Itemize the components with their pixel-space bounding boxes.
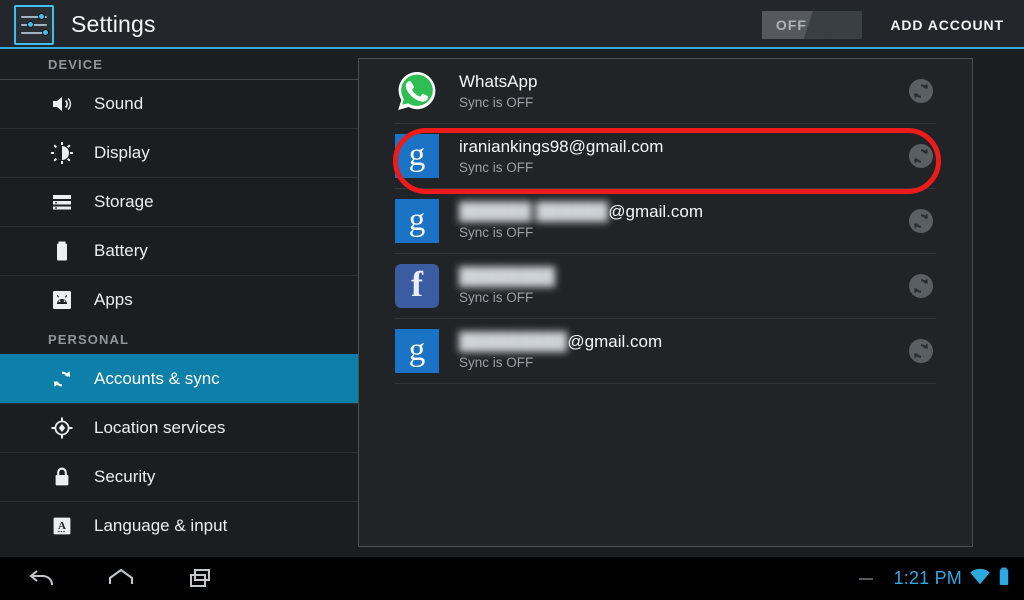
account-row-google-primary[interactable]: g iraniankings98@gmail.com Sync is OFF bbox=[395, 124, 936, 189]
recent-apps-icon[interactable] bbox=[178, 557, 224, 600]
sidebar-item-sound[interactable]: Sound bbox=[0, 79, 358, 128]
sidebar-item-apps[interactable]: Apps bbox=[0, 275, 358, 324]
account-sync-status: Sync is OFF bbox=[459, 354, 534, 370]
brightness-icon bbox=[48, 139, 76, 167]
sidebar-item-label: Sound bbox=[94, 94, 144, 113]
sync-icon bbox=[48, 365, 76, 393]
lock-icon bbox=[48, 463, 76, 491]
speaker-icon bbox=[48, 90, 76, 118]
account-row-google-secondary[interactable]: g ██████ ██████ @gmail.com Sync is OFF bbox=[395, 189, 936, 254]
sidebar-item-label: Apps bbox=[94, 290, 133, 309]
sidebar-item-label: Display bbox=[94, 143, 150, 162]
add-account-button[interactable]: ADD ACCOUNT bbox=[886, 11, 1008, 39]
google-icon: g bbox=[395, 134, 439, 178]
account-list: WhatsApp Sync is OFF g iraniankings98@gm… bbox=[359, 59, 972, 384]
account-name-redacted: █████████ bbox=[459, 331, 568, 351]
sidebar-item-label: Location services bbox=[94, 418, 226, 437]
app-header: Settings OFF ADD ACCOUNT bbox=[0, 0, 1024, 49]
account-sync-status: Sync is OFF bbox=[459, 289, 534, 305]
sidebar-item-label: Security bbox=[94, 467, 156, 486]
google-icon: g bbox=[395, 199, 439, 243]
account-row-whatsapp[interactable]: WhatsApp Sync is OFF bbox=[395, 59, 936, 124]
sidebar-item-label: Storage bbox=[94, 192, 154, 211]
account-sync-status: Sync is OFF bbox=[459, 159, 534, 175]
sync-status-icon[interactable] bbox=[906, 271, 936, 301]
sidebar-item-storage[interactable]: Storage bbox=[0, 177, 358, 226]
account-name: WhatsApp bbox=[459, 71, 538, 91]
account-sync-status: Sync is OFF bbox=[459, 224, 534, 240]
sidebar-item-location-services[interactable]: Location services bbox=[0, 403, 358, 452]
master-sync-toggle-label: OFF bbox=[775, 16, 807, 33]
sidebar-item-battery[interactable]: Battery bbox=[0, 226, 358, 275]
account-info: █████████ @gmail.com Sync is OFF bbox=[459, 331, 894, 372]
account-row-google-tertiary[interactable]: g █████████ @gmail.com Sync is OFF bbox=[395, 319, 936, 384]
account-name-redacted: ██████ ██████ bbox=[459, 201, 609, 221]
header-actions: OFF ADD ACCOUNT bbox=[762, 10, 1024, 39]
account-name-suffix: @gmail.com bbox=[567, 331, 663, 351]
battery-icon[interactable] bbox=[998, 567, 1010, 591]
navigation-buttons bbox=[18, 557, 224, 600]
system-navigation-bar: 1:21 PM bbox=[0, 557, 1024, 600]
sidebar-item-label: Language & input bbox=[94, 516, 228, 535]
storage-icon bbox=[48, 188, 76, 216]
whatsapp-icon bbox=[395, 69, 439, 113]
wifi-icon[interactable] bbox=[969, 567, 991, 591]
settings-sidebar[interactable]: DEVICE Sound Display Storage Battery App… bbox=[0, 49, 358, 557]
account-name-redacted: ████████ bbox=[459, 266, 556, 286]
sync-status-icon[interactable] bbox=[906, 76, 936, 106]
sidebar-item-language-input[interactable]: A Language & input bbox=[0, 501, 358, 550]
google-icon: g bbox=[395, 329, 439, 373]
status-clock[interactable]: 1:21 PM bbox=[894, 568, 962, 589]
sync-status-icon[interactable] bbox=[906, 206, 936, 236]
account-info: WhatsApp Sync is OFF bbox=[459, 71, 894, 112]
account-name: iraniankings98@gmail.com bbox=[459, 136, 664, 156]
accounts-panel: WhatsApp Sync is OFF g iraniankings98@gm… bbox=[358, 58, 973, 547]
sync-status-icon[interactable] bbox=[906, 336, 936, 366]
sidebar-item-accounts-sync[interactable]: Accounts & sync bbox=[0, 354, 358, 403]
account-sync-status: Sync is OFF bbox=[459, 94, 534, 110]
master-sync-toggle[interactable]: OFF bbox=[762, 10, 863, 39]
android-settings-screen: Settings OFF ADD ACCOUNT DEVICE Sound Di… bbox=[0, 0, 1024, 600]
svg-text:A: A bbox=[58, 520, 66, 532]
page-title: Settings bbox=[71, 11, 156, 37]
account-row-facebook[interactable]: f ████████ Sync is OFF bbox=[395, 254, 936, 319]
status-area: 1:21 PM bbox=[858, 567, 1010, 591]
apps-android-icon bbox=[48, 286, 76, 314]
sidebar-item-display[interactable]: Display bbox=[0, 128, 358, 177]
location-crosshair-icon bbox=[48, 414, 76, 442]
settings-sliders-icon bbox=[14, 4, 54, 45]
sidebar-item-label: Accounts & sync bbox=[94, 369, 220, 388]
account-info: iraniankings98@gmail.com Sync is OFF bbox=[459, 136, 894, 177]
sidebar-item-label: Battery bbox=[94, 241, 148, 260]
back-arrow-icon[interactable] bbox=[18, 557, 64, 600]
account-info: ██████ ██████ @gmail.com Sync is OFF bbox=[459, 201, 894, 242]
account-name-suffix: @gmail.com bbox=[608, 201, 703, 221]
battery-icon bbox=[48, 237, 76, 265]
sync-status-icon[interactable] bbox=[906, 141, 936, 171]
sidebar-item-security[interactable]: Security bbox=[0, 452, 358, 501]
account-info: ████████ Sync is OFF bbox=[459, 266, 894, 307]
sidebar-section-device: DEVICE bbox=[48, 57, 104, 72]
keyboard-letter-icon: A bbox=[48, 512, 76, 540]
home-icon[interactable] bbox=[98, 557, 144, 600]
facebook-icon: f bbox=[395, 264, 439, 308]
notification-dash-icon bbox=[858, 577, 873, 580]
sidebar-section-personal: PERSONAL bbox=[48, 332, 130, 347]
